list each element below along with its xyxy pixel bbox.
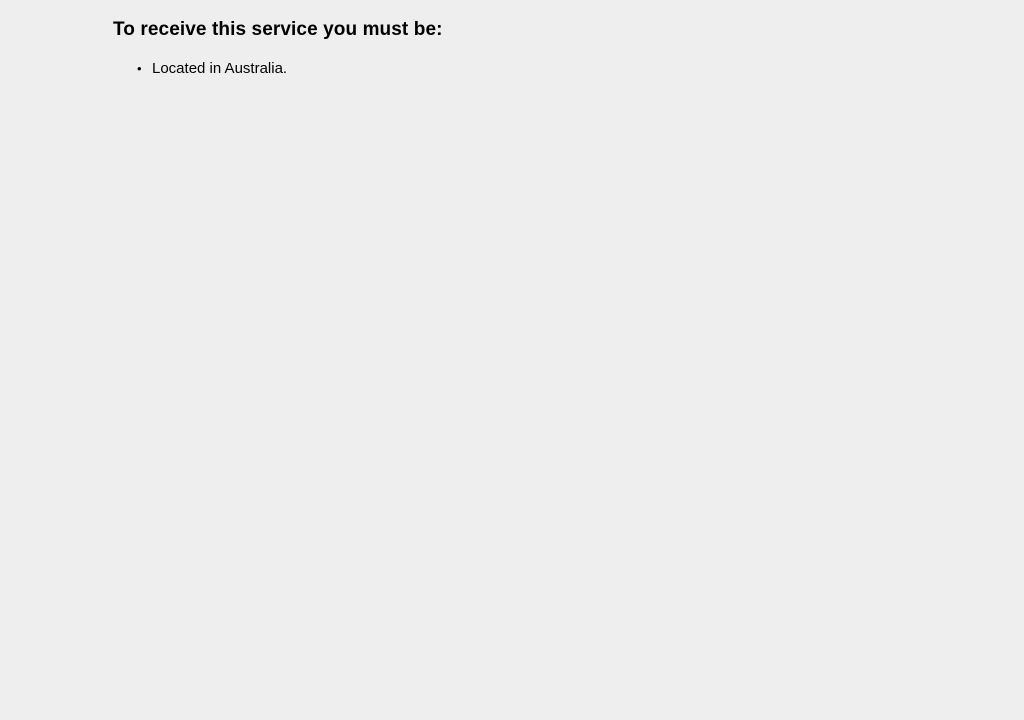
list-item: • Located in Australia. <box>137 58 993 80</box>
page: { "requirements": { "heading": "To recei… <box>0 0 1024 720</box>
bullet-icon: • <box>137 61 142 76</box>
requirements-list: • Located in Australia. <box>113 58 993 80</box>
requirements-section: To receive this service you must be: • L… <box>113 18 993 80</box>
requirements-heading: To receive this service you must be: <box>113 19 443 40</box>
requirement-text: Located in Australia. <box>152 60 288 77</box>
